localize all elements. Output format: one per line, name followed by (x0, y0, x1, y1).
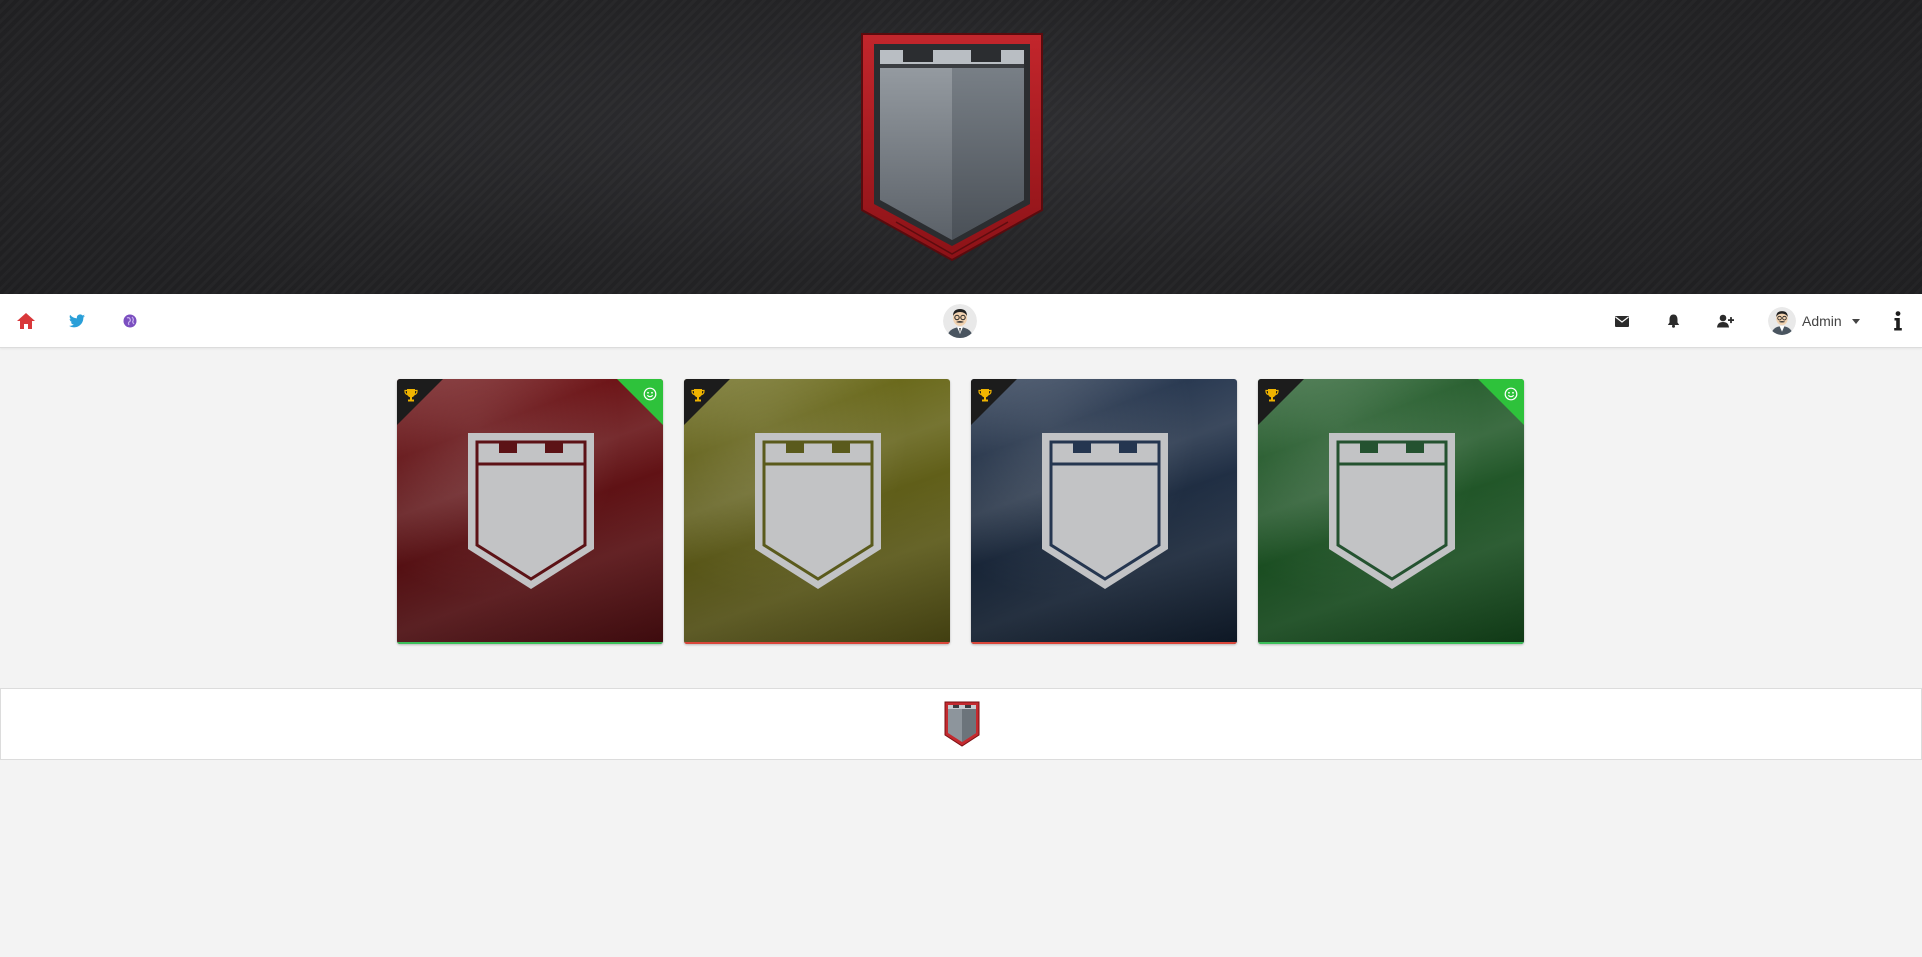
team-shield-icon (1329, 433, 1455, 589)
smile-icon (1504, 387, 1518, 401)
status-bar (684, 642, 950, 644)
castle-shield-logo[interactable] (860, 32, 1044, 264)
trophy-corner (397, 379, 443, 425)
team-shield-icon (468, 433, 594, 589)
user-avatar-small (1768, 307, 1796, 335)
status-bar (971, 642, 1237, 644)
footer (0, 688, 1922, 760)
status-corner (1478, 379, 1524, 425)
add-user-icon[interactable] (1714, 310, 1736, 332)
user-menu[interactable]: Admin (1768, 306, 1860, 336)
bell-icon[interactable] (1662, 310, 1684, 332)
envelope-icon[interactable] (1611, 310, 1633, 332)
user-avatar[interactable] (943, 304, 977, 338)
status-bar (397, 642, 663, 644)
globe-icon[interactable] (119, 310, 141, 332)
team-shield-icon (755, 433, 881, 589)
trophy-icon (404, 389, 418, 402)
team-card-red[interactable] (397, 379, 663, 644)
trophy-corner (971, 379, 1017, 425)
team-shield-icon (1042, 433, 1168, 589)
header-banner (0, 0, 1922, 294)
trophy-icon (1265, 389, 1279, 402)
team-card-blue[interactable] (971, 379, 1237, 644)
navbar: Admin (0, 294, 1922, 348)
trophy-corner (1258, 379, 1304, 425)
status-corner (617, 379, 663, 425)
home-icon[interactable] (15, 310, 37, 332)
trophy-icon (978, 389, 992, 402)
trophy-corner (684, 379, 730, 425)
twitter-icon[interactable] (66, 310, 88, 332)
chevron-down-icon (1851, 318, 1860, 324)
team-card-yellow[interactable] (684, 379, 950, 644)
trophy-icon (691, 389, 705, 402)
smile-icon (643, 387, 657, 401)
info-icon[interactable] (1887, 310, 1909, 332)
user-name: Admin (1802, 313, 1842, 329)
status-bar (1258, 642, 1524, 644)
team-card-green[interactable] (1258, 379, 1524, 644)
small-castle-shield-logo[interactable] (944, 701, 980, 747)
